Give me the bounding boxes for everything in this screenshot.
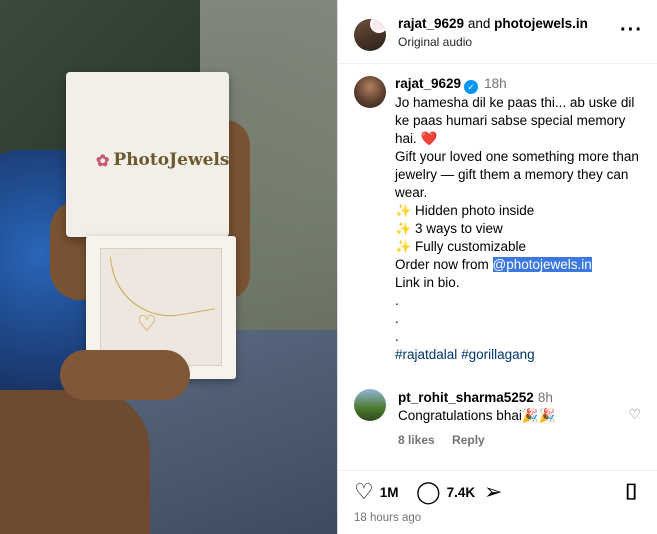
comment-like-heart-icon[interactable]: ♡ — [628, 406, 641, 423]
share-button[interactable]: ➢ — [484, 481, 508, 503]
header-username[interactable]: rajat_9629 — [398, 16, 464, 31]
feature-1: Hidden photo inside — [414, 203, 535, 218]
dot-3: . — [395, 329, 399, 344]
party-popper-icon: 🎉🎉 — [521, 408, 556, 423]
comment-text: Congratulations bhai — [398, 408, 522, 423]
caption-time: 18h — [484, 76, 507, 91]
comment: pt_rohit_sharma5252 8h Congratulations bh… — [398, 389, 628, 425]
comment-count: 7.4K — [446, 484, 476, 500]
comment-username[interactable]: pt_rohit_sharma5252 — [398, 390, 534, 405]
post-header: rajat_9629 and photojewels.in Original a… — [338, 0, 657, 64]
brand-logo: ✿ PhotoJewels — [96, 150, 229, 170]
comment-meta: 8 likes Reply — [398, 433, 499, 447]
comment-likes[interactable]: 8 likes — [398, 433, 435, 447]
heart-outline-icon: ♡ — [354, 479, 374, 504]
feature-3: Fully customizable — [414, 239, 526, 254]
like-button[interactable]: ♡ 1M — [354, 481, 399, 503]
and-text: and — [467, 16, 491, 31]
action-bar: ♡ 1M ◯ 7.4K ➢ ⌷ — [338, 470, 657, 510]
heart-pendant-icon: ♡ — [137, 311, 157, 336]
hashtag-rajatdalal[interactable]: #rajatdalal — [395, 347, 457, 362]
jewelry-box-lid: ✿ PhotoJewels — [66, 72, 229, 237]
comment-button[interactable]: ◯ 7.4K — [416, 481, 475, 503]
forearm — [0, 390, 150, 534]
paper-plane-icon: ➢ — [484, 479, 503, 504]
bookmark-icon: ⌷ — [624, 479, 638, 504]
order-handle-link[interactable]: @photojewels.in — [492, 257, 592, 272]
like-count[interactable]: 1M — [380, 485, 399, 500]
comment-avatar[interactable] — [354, 389, 386, 421]
comment-reply-button[interactable]: Reply — [452, 433, 485, 447]
header-collab[interactable]: photojewels.in — [494, 16, 588, 31]
bio-text: Link in bio. — [395, 275, 460, 290]
sparkle-icon: ✨ — [395, 239, 412, 254]
order-prefix: Order now from — [395, 257, 489, 272]
thumb — [60, 350, 190, 400]
comment-bubble-icon: ◯ — [416, 479, 441, 504]
dot-2: . — [395, 311, 399, 326]
caption-avatar[interactable] — [354, 76, 386, 108]
comment-time: 8h — [537, 390, 553, 405]
red-heart-icon: ❤️ — [420, 131, 438, 146]
header-avatar[interactable] — [354, 19, 386, 51]
post-details-panel: rajat_9629 and photojewels.in Original a… — [337, 0, 657, 534]
caption: rajat_9629 ✓ 18h Jo hamesha dil ke paas th… — [395, 75, 650, 364]
post-image[interactable]: ✿ PhotoJewels ♡ — [0, 0, 337, 534]
brand-logo-text: PhotoJewels — [113, 150, 230, 170]
verified-badge-icon: ✓ — [464, 80, 479, 94]
dot-1: . — [395, 293, 399, 308]
post-timestamp[interactable]: 18 hours ago — [354, 512, 421, 524]
collab-avatar — [370, 19, 386, 33]
brand-mark-icon: ✿ — [96, 150, 110, 170]
caption-line2: Gift your loved one something more than … — [395, 149, 639, 200]
sparkle-icon: ✨ — [395, 221, 412, 236]
save-button[interactable]: ⌷ — [625, 481, 644, 503]
hashtag-gorillagang[interactable]: #gorillagang — [461, 347, 535, 362]
caption-username[interactable]: rajat_9629 — [395, 76, 461, 91]
header-usernames: rajat_9629 and photojewels.in — [398, 16, 588, 31]
feature-2: 3 ways to view — [414, 221, 503, 236]
audio-label[interactable]: Original audio — [398, 35, 472, 49]
more-horizontal-icon[interactable]: ··· — [620, 19, 643, 42]
sparkle-icon: ✨ — [395, 203, 412, 218]
